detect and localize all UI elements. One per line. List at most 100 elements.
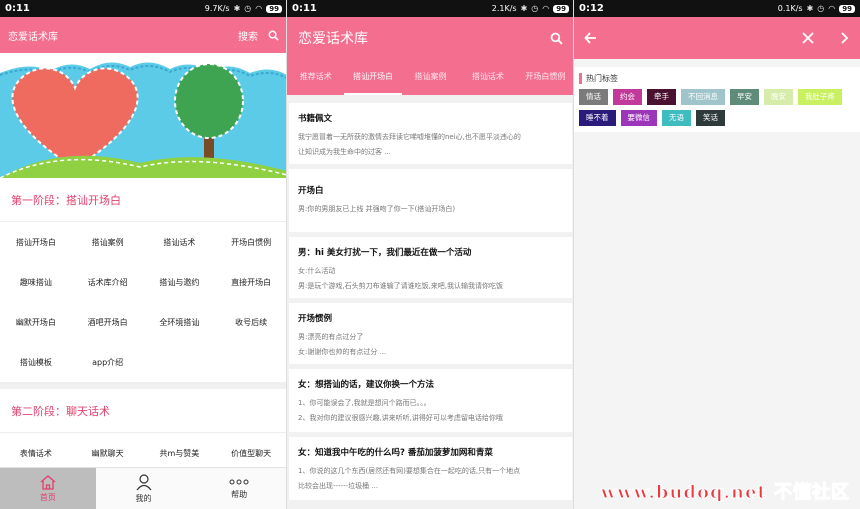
grid-item[interactable]: 开场白惯例 — [215, 222, 287, 262]
section-divider — [0, 382, 287, 389]
tab-mine-label: 我的 — [135, 494, 152, 503]
back-arrow-icon[interactable] — [584, 31, 598, 45]
card-line: 男:是玩个游戏,石头剪刀布谁输了请谁吃饭,来吧,我认输我请你吃饭 — [298, 282, 504, 290]
card-line: 比较会出现------垃圾桶 ... — [298, 482, 379, 490]
tag-chip[interactable]: 无语 — [662, 110, 691, 126]
tag-search-screen: 0:12 0.1K/s ✱ ◷ ◠ 99 热门标签 情话 约会 牵手 不回消息 早安 晚安… — [574, 0, 860, 509]
tag-chip[interactable]: 要微信 — [620, 110, 657, 126]
tag-list: 情话 约会 牵手 不回消息 早安 晚安 我肚子疼睡不着 要微信 无语 笑话 — [579, 89, 855, 126]
article-card[interactable]: 开场惯例 男:漂亮的有点过分了 女:谢谢你也帅的有点过分 ... — [289, 303, 572, 364]
card-title: 书籍佩文 — [298, 114, 333, 124]
grid-item[interactable]: 搭讪话术 — [144, 222, 216, 262]
grid-item[interactable]: 话术库介绍 — [72, 262, 144, 302]
article-card[interactable]: 女：知道我中午吃的什么吗? 番茄加菠萝加网和青菜 1、你说的这几个东西(居然还有… — [289, 437, 572, 500]
app-title: 恋爱话术库 — [8, 31, 58, 43]
grid-item[interactable]: 搭讪模板 — [0, 342, 72, 382]
tag-chip[interactable]: 我肚子疼 — [798, 89, 842, 105]
card-line: 男:你的男朋友已上线 并强吻了你一下(搭讪开场白) — [298, 205, 456, 213]
tag-chip[interactable]: 晚安 — [764, 89, 793, 105]
status-bar: 0:12 0.1K/s ✱ ◷ ◠ 99 — [574, 0, 860, 17]
tab-home-label: 首页 — [39, 493, 56, 502]
grid-item[interactable]: 幽默开场白 — [0, 302, 72, 342]
bluetooth-icon: ✱ — [806, 4, 814, 13]
status-bar: 0:11 9.7K/s ✱ ◷ ◠ 99 — [0, 0, 287, 17]
wifi-icon: ◠ — [542, 4, 550, 13]
article-card[interactable]: 开场白 男:你的男朋友已上线 并强吻了你一下(搭讪开场白) — [289, 169, 572, 232]
hot-tags-title: 热门标签 — [579, 73, 855, 84]
article-card[interactable]: 女：想搭讪的话，建议你换一个方法 1、你可能误会了,我就是想问个路而已。。。 2… — [289, 369, 572, 432]
card-line: 女:什么活动 — [298, 267, 336, 275]
stage2-title: 第二阶段：聊天话术 — [0, 389, 287, 433]
article-card[interactable]: 书籍佩文 我宁愿冒着一无所获的激情去拜读它唏嘘堆懂的nei心,也不愿平淡违心的 … — [289, 103, 572, 164]
card-title: 女：知道我中午吃的什么吗? 番茄加菠萝加网和青菜 — [298, 448, 493, 458]
chevron-right-icon[interactable] — [840, 32, 850, 44]
battery-icon: 99 — [266, 4, 282, 13]
more-dots-icon — [229, 479, 249, 485]
alarm-icon: ◷ — [531, 4, 539, 13]
tag-chip[interactable]: 情话 — [579, 89, 608, 105]
grid-item[interactable]: 趣味搭讪 — [0, 262, 72, 302]
search-icon — [268, 30, 279, 41]
grid-item[interactable]: 搭讪开场白 — [0, 222, 72, 262]
card-line: 让知识成为我生命中的过客 ... — [298, 148, 391, 156]
wifi-icon: ◠ — [255, 4, 263, 13]
bluetooth-icon: ✱ — [233, 4, 241, 13]
stage1-grid: 搭讪开场白 搭讪案例 搭讪话术 开场白惯例 趣味搭讪 话术库介绍 搭讪与邀约 直… — [0, 222, 287, 382]
card-line: 女:谢谢你也帅的有点过分 ... — [298, 348, 387, 356]
close-icon[interactable] — [802, 32, 814, 44]
tab-home[interactable]: 首页 — [0, 468, 96, 509]
battery-icon: 99 — [839, 4, 855, 13]
card-title: 女：想搭讪的话，建议你换一个方法 — [298, 380, 435, 390]
search-header — [574, 17, 860, 59]
article-list-screen: 0:11 2.1K/s ✱ ◷ ◠ 99 恋爱话术库 推荐话术 搭讪开场白 搭讪… — [287, 0, 574, 509]
grid-item[interactable]: 搭讪与邀约 — [144, 262, 216, 302]
grid-item[interactable]: 搭讪案例 — [72, 222, 144, 262]
tab-recommended[interactable]: 推荐话术 — [287, 59, 344, 95]
network-speed: 9.7K/s — [204, 4, 230, 13]
tab-help[interactable]: 帮助 — [191, 468, 287, 509]
bluetooth-icon: ✱ — [520, 4, 528, 13]
card-line: 1、你说的这几个东西(居然还有网)要想集合在一起吃的话,只有一个地点 — [298, 467, 521, 475]
tag-chip[interactable]: 睡不着 — [579, 110, 616, 126]
grid-item[interactable]: 全环境搭讪 — [144, 302, 216, 342]
alarm-icon: ◷ — [817, 4, 825, 13]
user-icon — [136, 474, 151, 491]
tag-chip[interactable]: 约会 — [613, 89, 642, 105]
card-line: 1、你可能误会了,我就是想问个路而已。。。 — [298, 399, 431, 407]
card-title: 男：hi 美女打扰一下，我们最近在做一个活动 — [298, 248, 472, 258]
tab-scripts[interactable]: 搭讪话术 — [459, 59, 516, 95]
card-title: 开场惯例 — [298, 314, 333, 324]
tab-help-label: 帮助 — [231, 490, 248, 499]
tab-cases[interactable]: 搭讪案例 — [402, 59, 459, 95]
article-card[interactable]: 男：hi 美女打扰一下，我们最近在做一个活动 女:什么活动 男:是玩个游戏,石头… — [289, 237, 572, 298]
card-line: 2、我对你的建议很感兴趣,讲来听听,讲得好可以考虑留电话给你哦 — [298, 414, 503, 422]
search-button[interactable]: 搜索 — [238, 28, 279, 43]
search-label: 搜索 — [238, 31, 258, 43]
status-bar: 0:11 2.1K/s ✱ ◷ ◠ 99 — [287, 0, 574, 17]
status-time: 0:12 — [579, 3, 604, 14]
search-icon[interactable] — [550, 32, 563, 45]
tag-chip[interactable]: 笑话 — [696, 110, 725, 126]
tag-chip[interactable]: 牵手 — [647, 89, 676, 105]
watermark: www.budoq.net 不懂社区 — [600, 482, 850, 504]
bottom-tab-bar: 首页 我的 帮助 — [0, 467, 287, 509]
grid-item[interactable]: 直接开场白 — [215, 262, 287, 302]
hot-tags-section: 热门标签 情话 约会 牵手 不回消息 早安 晚安 我肚子疼睡不着 要微信 无语 笑话 — [574, 67, 860, 132]
status-time: 0:11 — [292, 3, 317, 14]
grid-item[interactable]: 收号后续 — [215, 302, 287, 342]
category-tabs: 推荐话术 搭讪开场白 搭讪案例 搭讪话术 开场白惯例 — [287, 59, 574, 95]
tag-chip[interactable]: 不回消息 — [681, 89, 725, 105]
tab-mine[interactable]: 我的 — [96, 468, 192, 509]
grid-item[interactable]: app介绍 — [72, 342, 144, 382]
tab-opening-lines[interactable]: 搭讪开场白 — [344, 59, 402, 95]
network-speed: 0.1K/s — [777, 4, 803, 13]
status-time: 0:11 — [5, 3, 30, 14]
stage1-title: 第一阶段：搭讪开场白 — [0, 178, 287, 222]
battery-icon: 99 — [553, 4, 569, 13]
grid-item[interactable]: 酒吧开场白 — [72, 302, 144, 342]
card-line: 我宁愿冒着一无所获的激情去拜读它唏嘘堆懂的nei心,也不愿平淡违心的 — [298, 133, 521, 141]
tab-routines[interactable]: 开场白惯例 — [517, 59, 574, 95]
hero-banner-image — [0, 53, 287, 178]
wifi-icon: ◠ — [828, 4, 836, 13]
tag-chip[interactable]: 早安 — [730, 89, 759, 105]
